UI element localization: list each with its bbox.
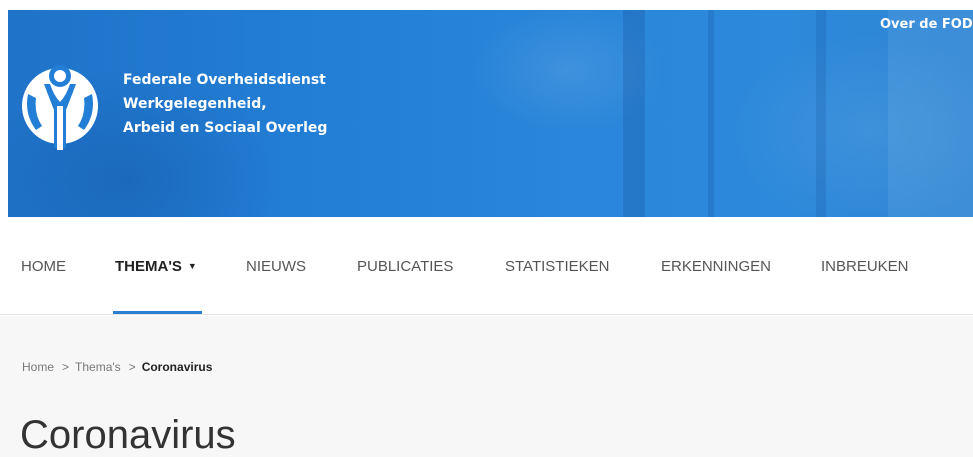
nav-item-label: HOME (21, 257, 66, 275)
nav-item-label: PUBLICATIES (357, 257, 454, 275)
banner-texture (623, 10, 645, 217)
page: Federale Overheidsdienst Werkgelegenheid… (0, 0, 973, 457)
nav-item-label: NIEUWS (246, 257, 306, 275)
breadcrumb-item-home[interactable]: Home (22, 360, 54, 374)
main-content: Home > Thema's > Coronavirus Coronavirus (0, 316, 973, 457)
fod-logo-icon[interactable] (20, 56, 100, 152)
nav-item-erkenningen[interactable]: ERKENNINGEN (661, 217, 771, 315)
nav-item-label: STATISTIEKEN (505, 257, 610, 275)
over-de-fod-link[interactable]: Over de FOD (880, 17, 973, 32)
chevron-right-icon: > (128, 360, 136, 374)
chevron-right-icon: > (62, 360, 70, 374)
nav-item-label: INBREUKEN (821, 257, 909, 275)
main-navigation: HOME THEMA'S ▼ NIEUWS PUBLICATIES STATIS… (0, 217, 973, 315)
page-title: Coronavirus (20, 413, 236, 457)
nav-item-inbreuken[interactable]: INBREUKEN (821, 217, 909, 315)
breadcrumb-item-themas[interactable]: Thema's (75, 360, 121, 374)
nav-item-statistieken[interactable]: STATISTIEKEN (505, 217, 609, 315)
breadcrumb-item-current: Coronavirus (141, 360, 213, 374)
banner-texture (708, 10, 714, 217)
nav-item-label: THEMA'S (115, 257, 182, 275)
breadcrumb: Home > Thema's > Coronavirus (22, 360, 212, 374)
banner-texture (888, 10, 973, 217)
nav-item-home[interactable]: HOME (21, 217, 66, 315)
banner-texture (816, 10, 826, 217)
organization-name-line: Federale Overheidsdienst (123, 72, 326, 88)
nav-item-themas[interactable]: THEMA'S ▼ (115, 217, 197, 315)
nav-item-publicaties[interactable]: PUBLICATIES (357, 217, 453, 315)
caret-down-icon: ▼ (187, 261, 197, 271)
organization-name-line: Werkgelegenheid, (123, 96, 267, 112)
nav-item-label: ERKENNINGEN (661, 257, 772, 275)
active-tab-indicator (113, 311, 202, 314)
nav-item-nieuws[interactable]: NIEUWS (246, 217, 306, 315)
organization-name-line: Arbeid en Sociaal Overleg (123, 120, 328, 136)
organization-name[interactable]: Federale Overheidsdienst Werkgelegenheid… (123, 68, 327, 140)
